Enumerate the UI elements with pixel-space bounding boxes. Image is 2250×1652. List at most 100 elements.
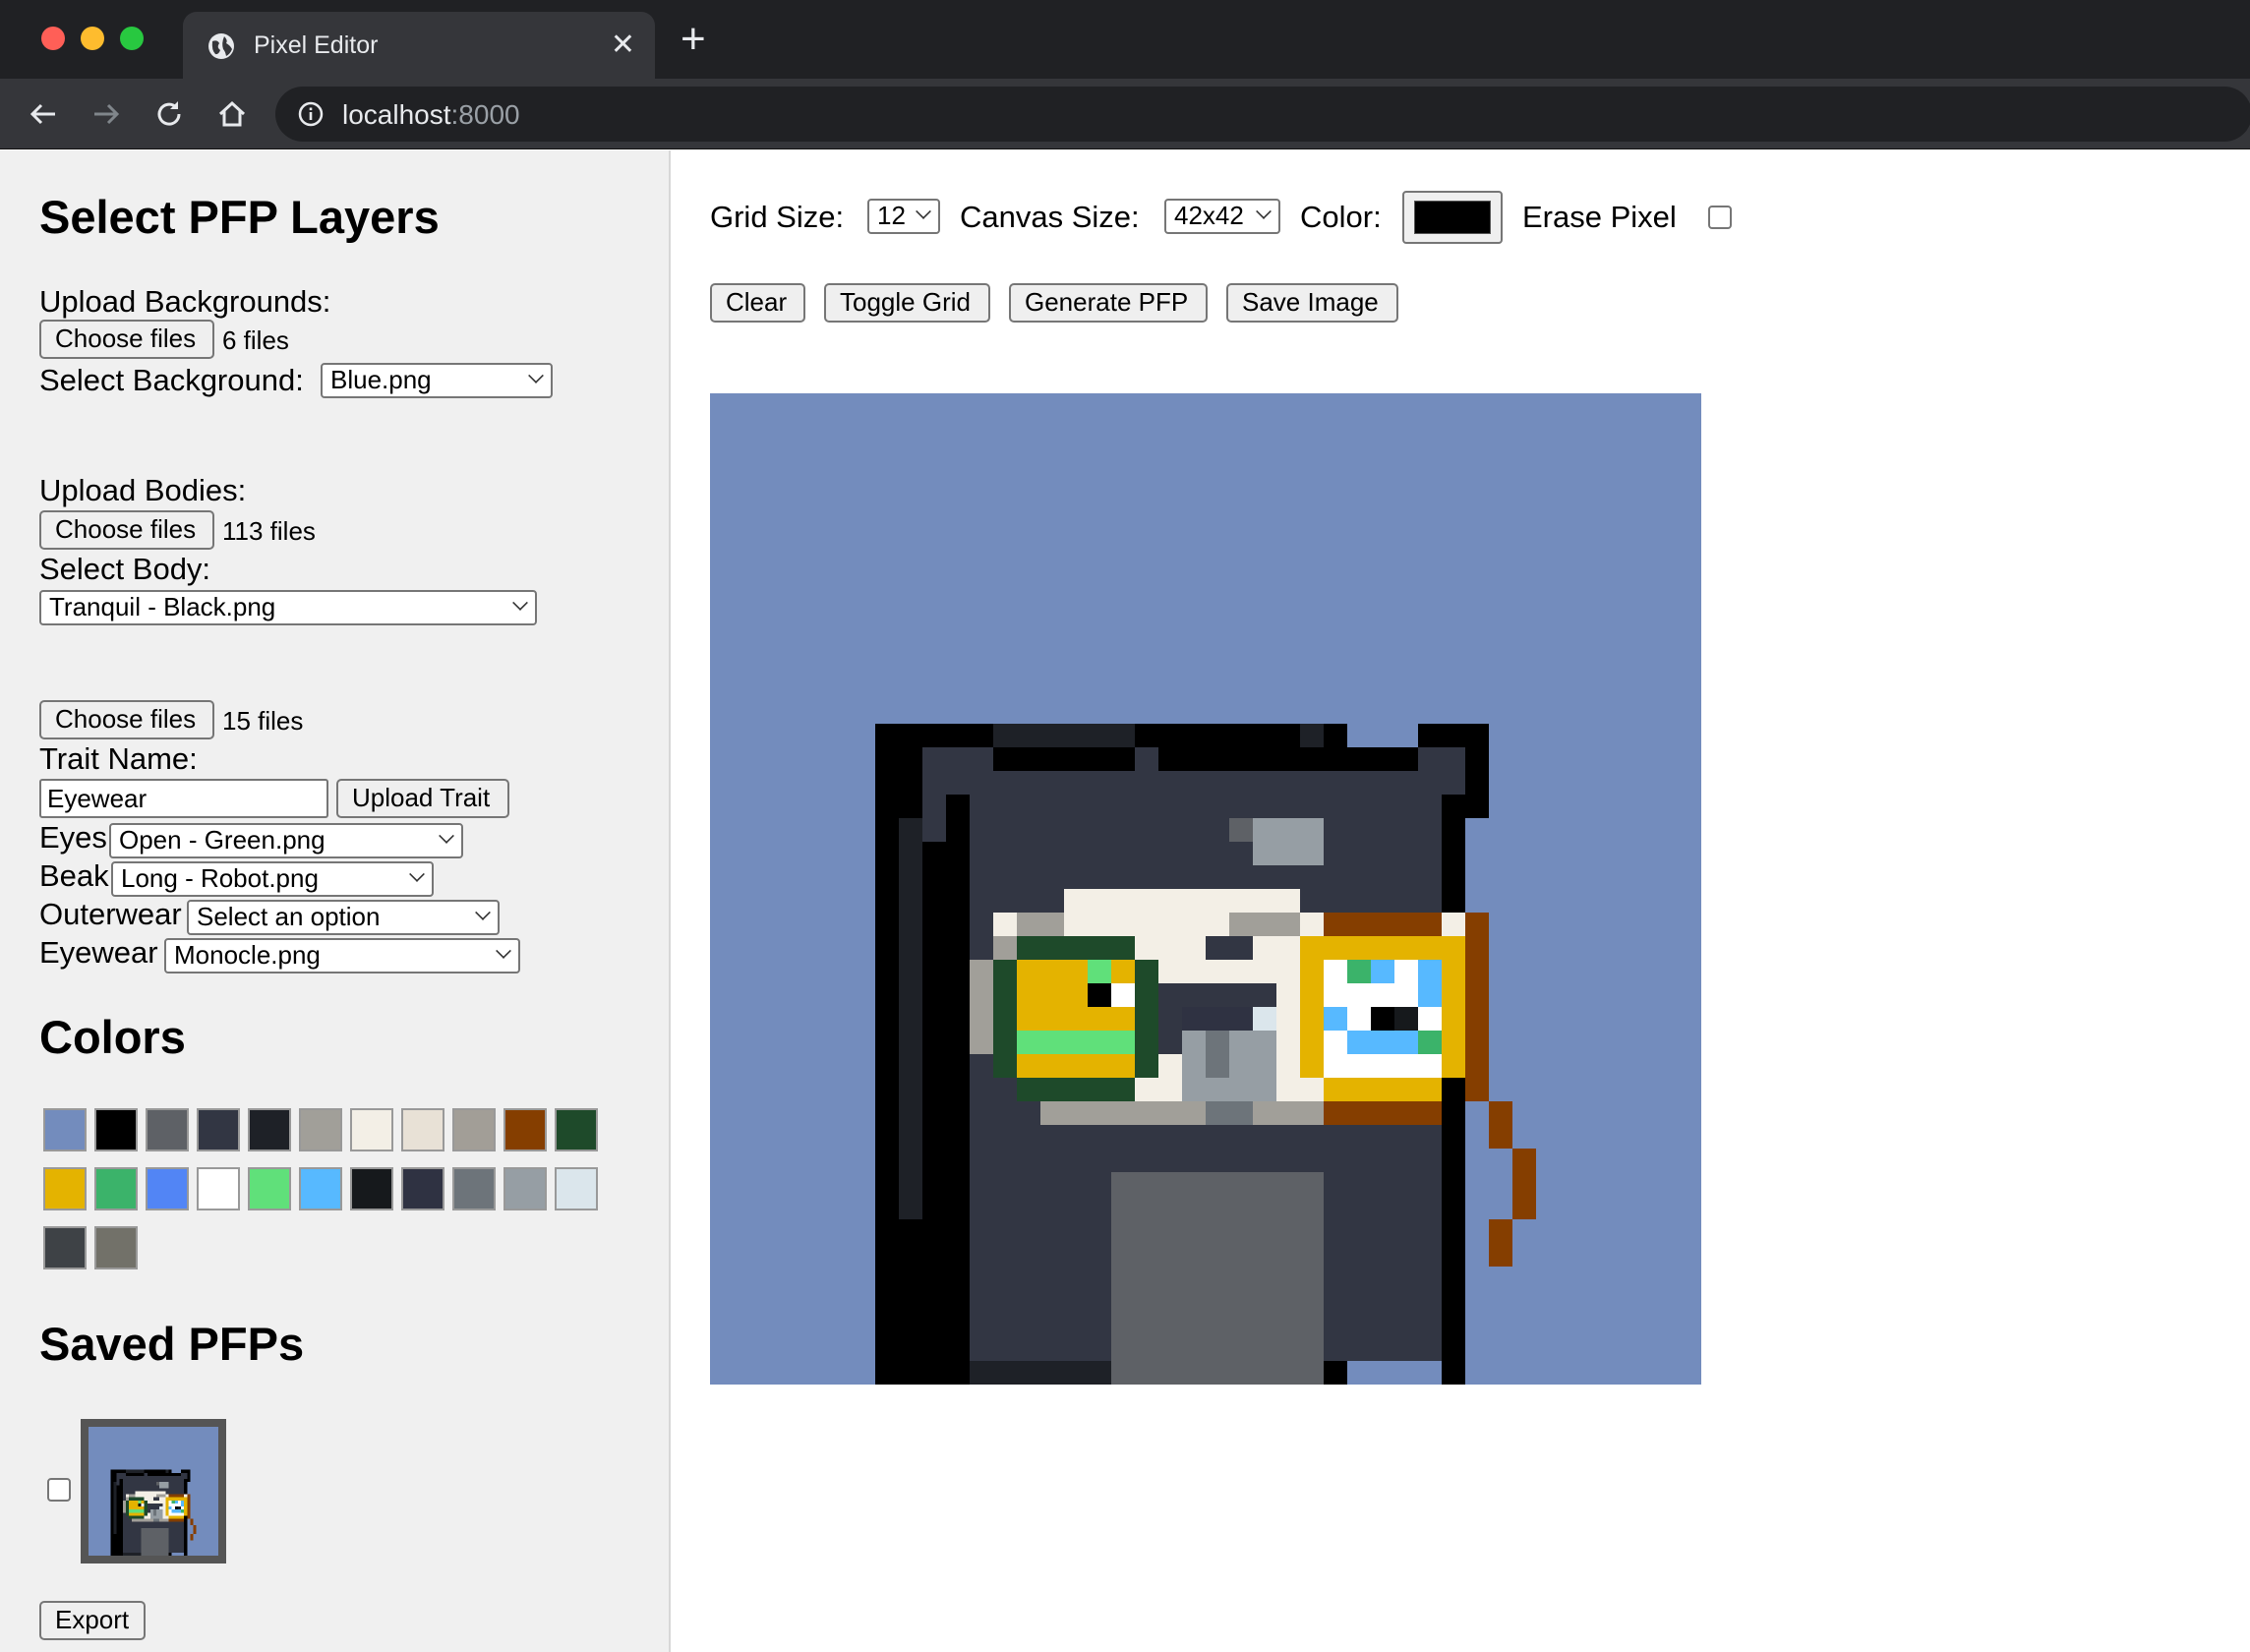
toggle-grid-button[interactable]: Toggle Grid [824,283,990,323]
pixel-block [181,1500,185,1507]
body-select[interactable]: Tranquil - Black.png [39,590,537,625]
pixel-block [875,1007,899,1385]
color-swatch-preview [1414,201,1491,234]
color-swatch[interactable] [350,1108,393,1151]
color-picker[interactable] [1402,191,1503,244]
color-swatch[interactable] [503,1167,547,1210]
grid-size-select[interactable]: 12 [867,199,940,234]
pixel-block [122,1500,126,1513]
maximize-window-button[interactable] [120,27,144,50]
select-body-label: Select Body: [39,552,211,586]
pixel-block [922,842,946,1385]
color-swatch[interactable] [43,1108,87,1151]
face-mask [1064,889,1300,913]
minimize-window-button[interactable] [81,27,104,50]
pixel-block [159,1506,163,1510]
pixel-block [110,1506,114,1556]
saved-pfp-thumbnail[interactable] [81,1419,226,1564]
back-icon[interactable] [26,96,61,132]
upload-backgrounds-label: Upload Backgrounds: [39,284,331,319]
monocle-chain [1465,960,1489,1078]
pixel-block [153,1518,160,1522]
color-swatch[interactable] [401,1167,444,1210]
trait-name-label: Trait Name: [39,741,198,776]
erase-pixel-checkbox[interactable] [1708,206,1732,229]
new-tab-button[interactable]: + [681,18,706,61]
forward-icon[interactable] [89,96,124,132]
color-swatch[interactable] [452,1108,496,1151]
pixel-block [147,1472,182,1476]
choose-bodies-button[interactable]: Choose files [39,510,214,550]
saved-pfp-image [89,1427,218,1556]
chevron-down-icon [439,828,454,844]
choose-backgrounds-button[interactable]: Choose files [39,320,214,359]
color-swatch[interactable] [248,1167,291,1210]
browser-tab[interactable]: Pixel Editor ✕ [183,12,655,79]
color-swatch[interactable] [452,1167,496,1210]
chevron-down-icon [409,866,425,882]
trait-eyewear-select[interactable]: Monocle.png [164,938,520,974]
pixel-block [168,1518,185,1522]
pixel-block [153,1497,160,1501]
save-image-button[interactable]: Save Image [1226,283,1398,323]
saved-pfp-checkbox[interactable] [47,1478,71,1502]
color-swatch[interactable] [350,1167,393,1210]
info-icon[interactable] [297,100,325,128]
pixel-block [1017,1031,1135,1054]
pixel-block [187,1515,191,1519]
color-swatch[interactable] [503,1108,547,1151]
color-swatch[interactable] [299,1167,342,1210]
pixel-block [138,1500,142,1504]
color-swatch[interactable] [401,1108,444,1151]
color-swatch[interactable] [94,1226,138,1269]
reload-icon[interactable] [151,96,187,132]
color-swatch[interactable] [43,1226,87,1269]
pixel-block [1158,747,1418,771]
color-swatch[interactable] [248,1108,291,1151]
url-text: localhost:8000 [342,99,520,130]
pixel-block [1324,1007,1347,1031]
color-swatch[interactable] [555,1167,598,1210]
clear-button[interactable]: Clear [710,283,805,323]
trait-eyes-select[interactable]: Open - Green.png [109,823,463,858]
pixel-canvas[interactable] [710,393,1701,1385]
close-window-button[interactable] [41,27,65,50]
color-swatch[interactable] [43,1167,87,1210]
address-bar[interactable]: localhost:8000 [275,87,2250,142]
trait-beak-label: Beak [39,858,109,893]
color-swatch[interactable] [299,1108,342,1151]
head-marking [159,1482,169,1489]
color-swatch[interactable] [94,1108,138,1151]
pixel-block [129,1494,136,1498]
upload-trait-button[interactable]: Upload Trait [336,779,509,818]
browser-toolbar: localhost:8000 [0,79,2250,149]
chevron-down-icon [512,595,528,611]
bodies-file-count: 113 files [222,516,316,546]
generate-pfp-button[interactable]: Generate PFP [1009,283,1208,323]
color-swatch[interactable] [146,1167,189,1210]
backgrounds-file-count: 6 files [222,325,289,355]
pixel-block [1371,960,1394,983]
pixel-block [181,1509,185,1513]
color-swatch[interactable] [197,1167,240,1210]
choose-trait-files-button[interactable]: Choose files [39,700,214,739]
pixel-block [1040,1101,1324,1125]
color-swatch[interactable] [555,1108,598,1151]
pixel-block [1324,1101,1442,1125]
color-swatch[interactable] [94,1167,138,1210]
pixel-block [1465,1078,1489,1101]
pixel-block [171,1500,175,1504]
color-swatch[interactable] [197,1108,240,1151]
trait-outerwear-select[interactable]: Select an option [187,900,500,935]
pixel-block [1017,913,1064,936]
background-select[interactable]: Blue.png [321,363,553,398]
close-tab-icon[interactable]: ✕ [611,28,635,62]
export-button[interactable]: Export [39,1601,146,1640]
trait-beak-select[interactable]: Long - Robot.png [111,861,434,897]
canvas-size-select[interactable]: 42x42 [1164,199,1280,234]
eye-left-pupil [138,1503,142,1507]
trait-name-input[interactable]: Eyewear [39,779,328,818]
color-swatch[interactable] [146,1108,189,1151]
home-icon[interactable] [214,96,250,132]
pixel-block [116,1485,120,1556]
